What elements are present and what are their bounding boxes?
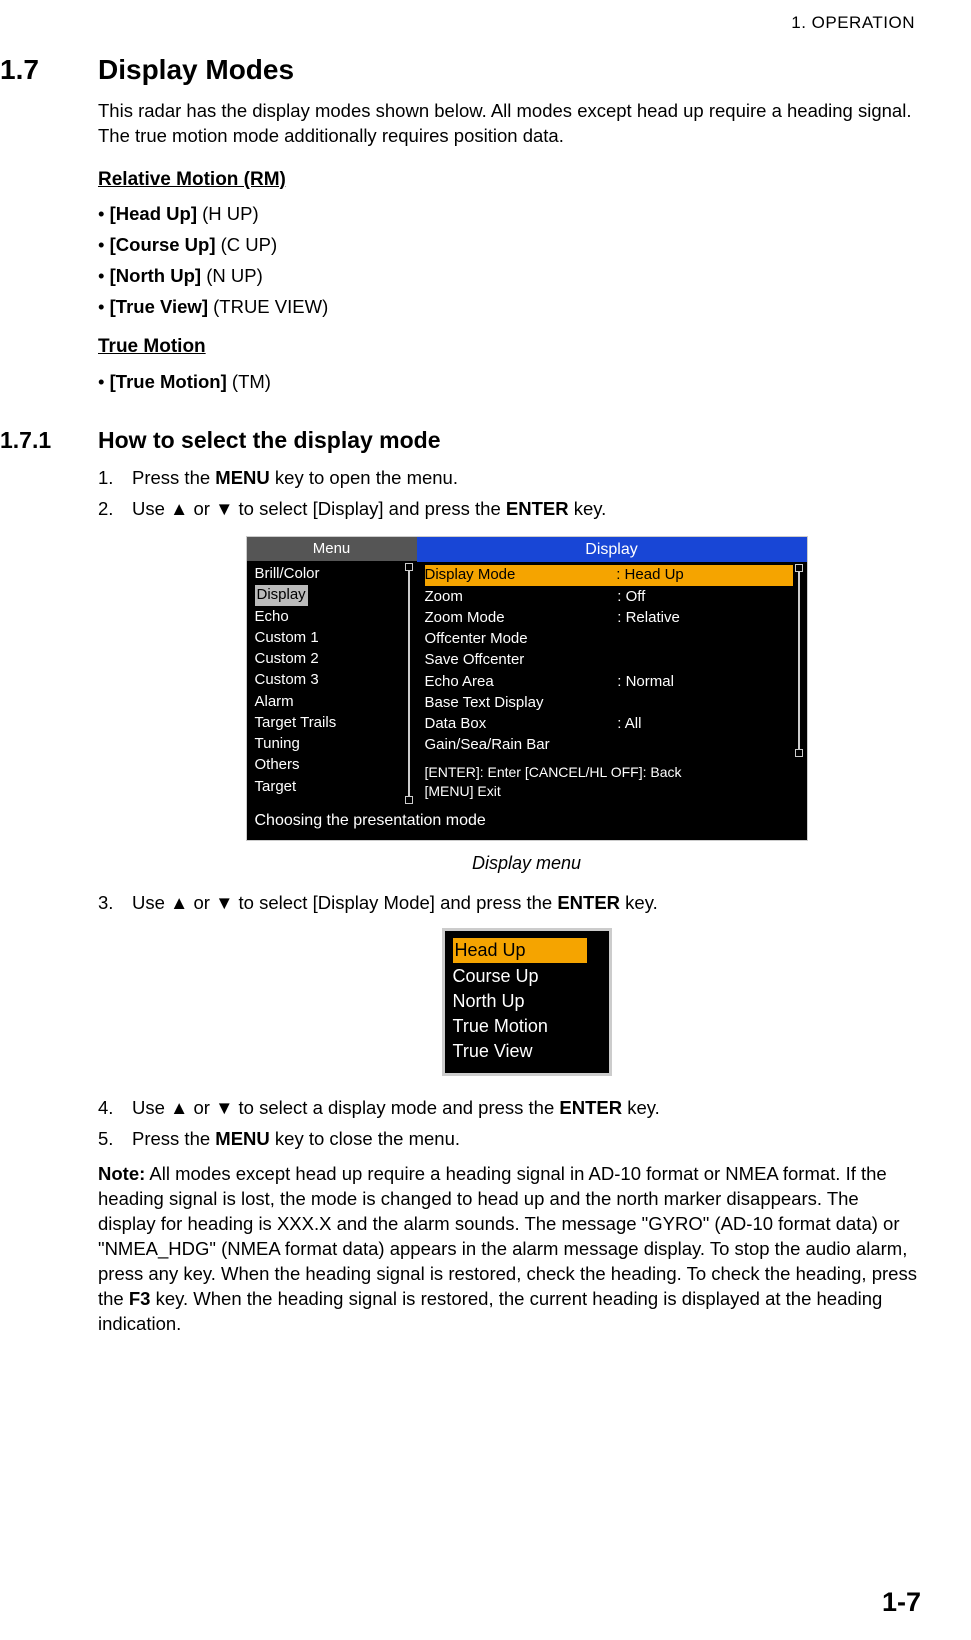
note-body-b: key. When the heading signal is restored… bbox=[98, 1288, 882, 1334]
section-intro: This radar has the display modes shown b… bbox=[98, 99, 921, 149]
note-key: F3 bbox=[129, 1288, 151, 1309]
display-settings-list: Display Mode: Head UpZoom: OffZoom Mode:… bbox=[425, 564, 793, 756]
step-1: Press the MENU key to open the menu. bbox=[98, 466, 921, 491]
popup-option: True Motion bbox=[453, 1014, 601, 1038]
subsection-title: How to select the display mode bbox=[98, 425, 441, 456]
note-paragraph: Note: All modes except head up require a… bbox=[98, 1162, 921, 1337]
footer-line-2: [MENU] Exit bbox=[425, 782, 799, 801]
down-arrow-icon bbox=[215, 498, 233, 519]
display-setting-row: Gain/Sea/Rain Bar bbox=[425, 735, 793, 755]
step3-post: key. bbox=[620, 892, 658, 913]
step3-key: ENTER bbox=[557, 892, 620, 913]
menu-item: Target bbox=[255, 777, 403, 797]
up-arrow-icon bbox=[170, 892, 188, 913]
step2-post: key. bbox=[569, 498, 607, 519]
step2-pre: Use bbox=[132, 498, 170, 519]
menu-panel-title: Menu bbox=[247, 537, 417, 561]
display-setting-row: Zoom: Off bbox=[425, 587, 793, 607]
list-item: [Course Up] (C UP) bbox=[98, 233, 921, 258]
display-setting-row: Save Offcenter bbox=[425, 650, 793, 670]
display-mode-popup: Head UpCourse UpNorth UpTrue MotionTrue … bbox=[442, 928, 612, 1075]
page-number: 1-7 bbox=[882, 1584, 921, 1620]
step4-or: or bbox=[188, 1097, 215, 1118]
step-4: Use or to select a display mode and pres… bbox=[98, 1096, 921, 1121]
display-menu-figure: Menu Brill/ColorDisplayEchoCustom 1Custo… bbox=[246, 536, 808, 841]
step4-pre: Use bbox=[132, 1097, 170, 1118]
display-setting-row: Display Mode: Head Up bbox=[425, 565, 793, 585]
rm-list: [Head Up] (H UP) [Course Up] (C UP) [North… bbox=[98, 202, 921, 320]
step1-key: MENU bbox=[215, 467, 269, 488]
tm-heading: True Motion bbox=[98, 334, 921, 360]
down-arrow-icon bbox=[215, 892, 233, 913]
display-setting-row: Zoom Mode: Relative bbox=[425, 608, 793, 628]
popup-option: North Up bbox=[453, 989, 601, 1013]
display-footer: [ENTER]: Enter [CANCEL/HL OFF]: Back [ME… bbox=[417, 759, 807, 807]
step3-or: or bbox=[188, 892, 215, 913]
display-scrollbar bbox=[795, 564, 803, 756]
running-header: 1. OPERATION bbox=[0, 12, 915, 35]
display-setting-row: Offcenter Mode bbox=[425, 629, 793, 649]
display-setting-row: Echo Area: Normal bbox=[425, 672, 793, 692]
step2-mid: to select [Display] and press the bbox=[233, 498, 506, 519]
popup-option: True View bbox=[453, 1039, 601, 1063]
step3-pre: Use bbox=[132, 892, 170, 913]
step2-key: ENTER bbox=[506, 498, 569, 519]
step5-post: key to close the menu. bbox=[270, 1128, 460, 1149]
display-panel-title: Display bbox=[417, 537, 807, 563]
popup-option: Course Up bbox=[453, 964, 601, 988]
figure-status-bar: Choosing the presentation mode bbox=[247, 806, 807, 840]
menu-item: Alarm bbox=[255, 692, 403, 712]
popup-option: Head Up bbox=[453, 938, 587, 962]
footer-line-1: [ENTER]: Enter [CANCEL/HL OFF]: Back bbox=[425, 763, 799, 782]
subsection-number: 1.7.1 bbox=[0, 425, 98, 456]
step4-post: key. bbox=[622, 1097, 660, 1118]
step1-pre: Press the bbox=[132, 467, 215, 488]
rm-heading: Relative Motion (RM) bbox=[98, 167, 921, 193]
menu-item: Display bbox=[255, 585, 403, 605]
list-item: [True View] (TRUE VIEW) bbox=[98, 295, 921, 320]
step5-key: MENU bbox=[215, 1128, 269, 1149]
display-setting-row: Data Box: All bbox=[425, 714, 793, 734]
step5-pre: Press the bbox=[132, 1128, 215, 1149]
section-number: 1.7 bbox=[0, 51, 98, 89]
menu-item: Brill/Color bbox=[255, 564, 403, 584]
menu-item: Tuning bbox=[255, 734, 403, 754]
step4-mid: to select a display mode and press the bbox=[233, 1097, 559, 1118]
list-item: [North Up] (N UP) bbox=[98, 264, 921, 289]
figure-caption: Display menu bbox=[472, 851, 581, 875]
note-label: Note: bbox=[98, 1163, 145, 1184]
menu-list: Brill/ColorDisplayEchoCustom 1Custom 2Cu… bbox=[255, 563, 403, 804]
step2-or: or bbox=[188, 498, 215, 519]
list-item: [True Motion] (TM) bbox=[98, 370, 921, 395]
menu-item: Target Trails bbox=[255, 713, 403, 733]
menu-item: Custom 1 bbox=[255, 628, 403, 648]
step1-post: key to open the menu. bbox=[270, 467, 458, 488]
up-arrow-icon bbox=[170, 1097, 188, 1118]
down-arrow-icon bbox=[215, 1097, 233, 1118]
list-item: [Head Up] (H UP) bbox=[98, 202, 921, 227]
menu-item: Custom 2 bbox=[255, 649, 403, 669]
menu-scrollbar bbox=[405, 563, 413, 804]
step4-key: ENTER bbox=[559, 1097, 622, 1118]
menu-item: Others bbox=[255, 755, 403, 775]
display-setting-row: Base Text Display bbox=[425, 693, 793, 713]
step3-mid: to select [Display Mode] and press the bbox=[233, 892, 557, 913]
up-arrow-icon bbox=[170, 498, 188, 519]
tm-list: [True Motion] (TM) bbox=[98, 370, 921, 395]
step-3: Use or to select [Display Mode] and pres… bbox=[98, 891, 921, 1089]
section-title: Display Modes bbox=[98, 51, 294, 89]
step-5: Press the MENU key to close the menu. bbox=[98, 1127, 921, 1152]
menu-item: Custom 3 bbox=[255, 670, 403, 690]
menu-item: Echo bbox=[255, 607, 403, 627]
step-2: Use or to select [Display] and press the… bbox=[98, 497, 921, 885]
